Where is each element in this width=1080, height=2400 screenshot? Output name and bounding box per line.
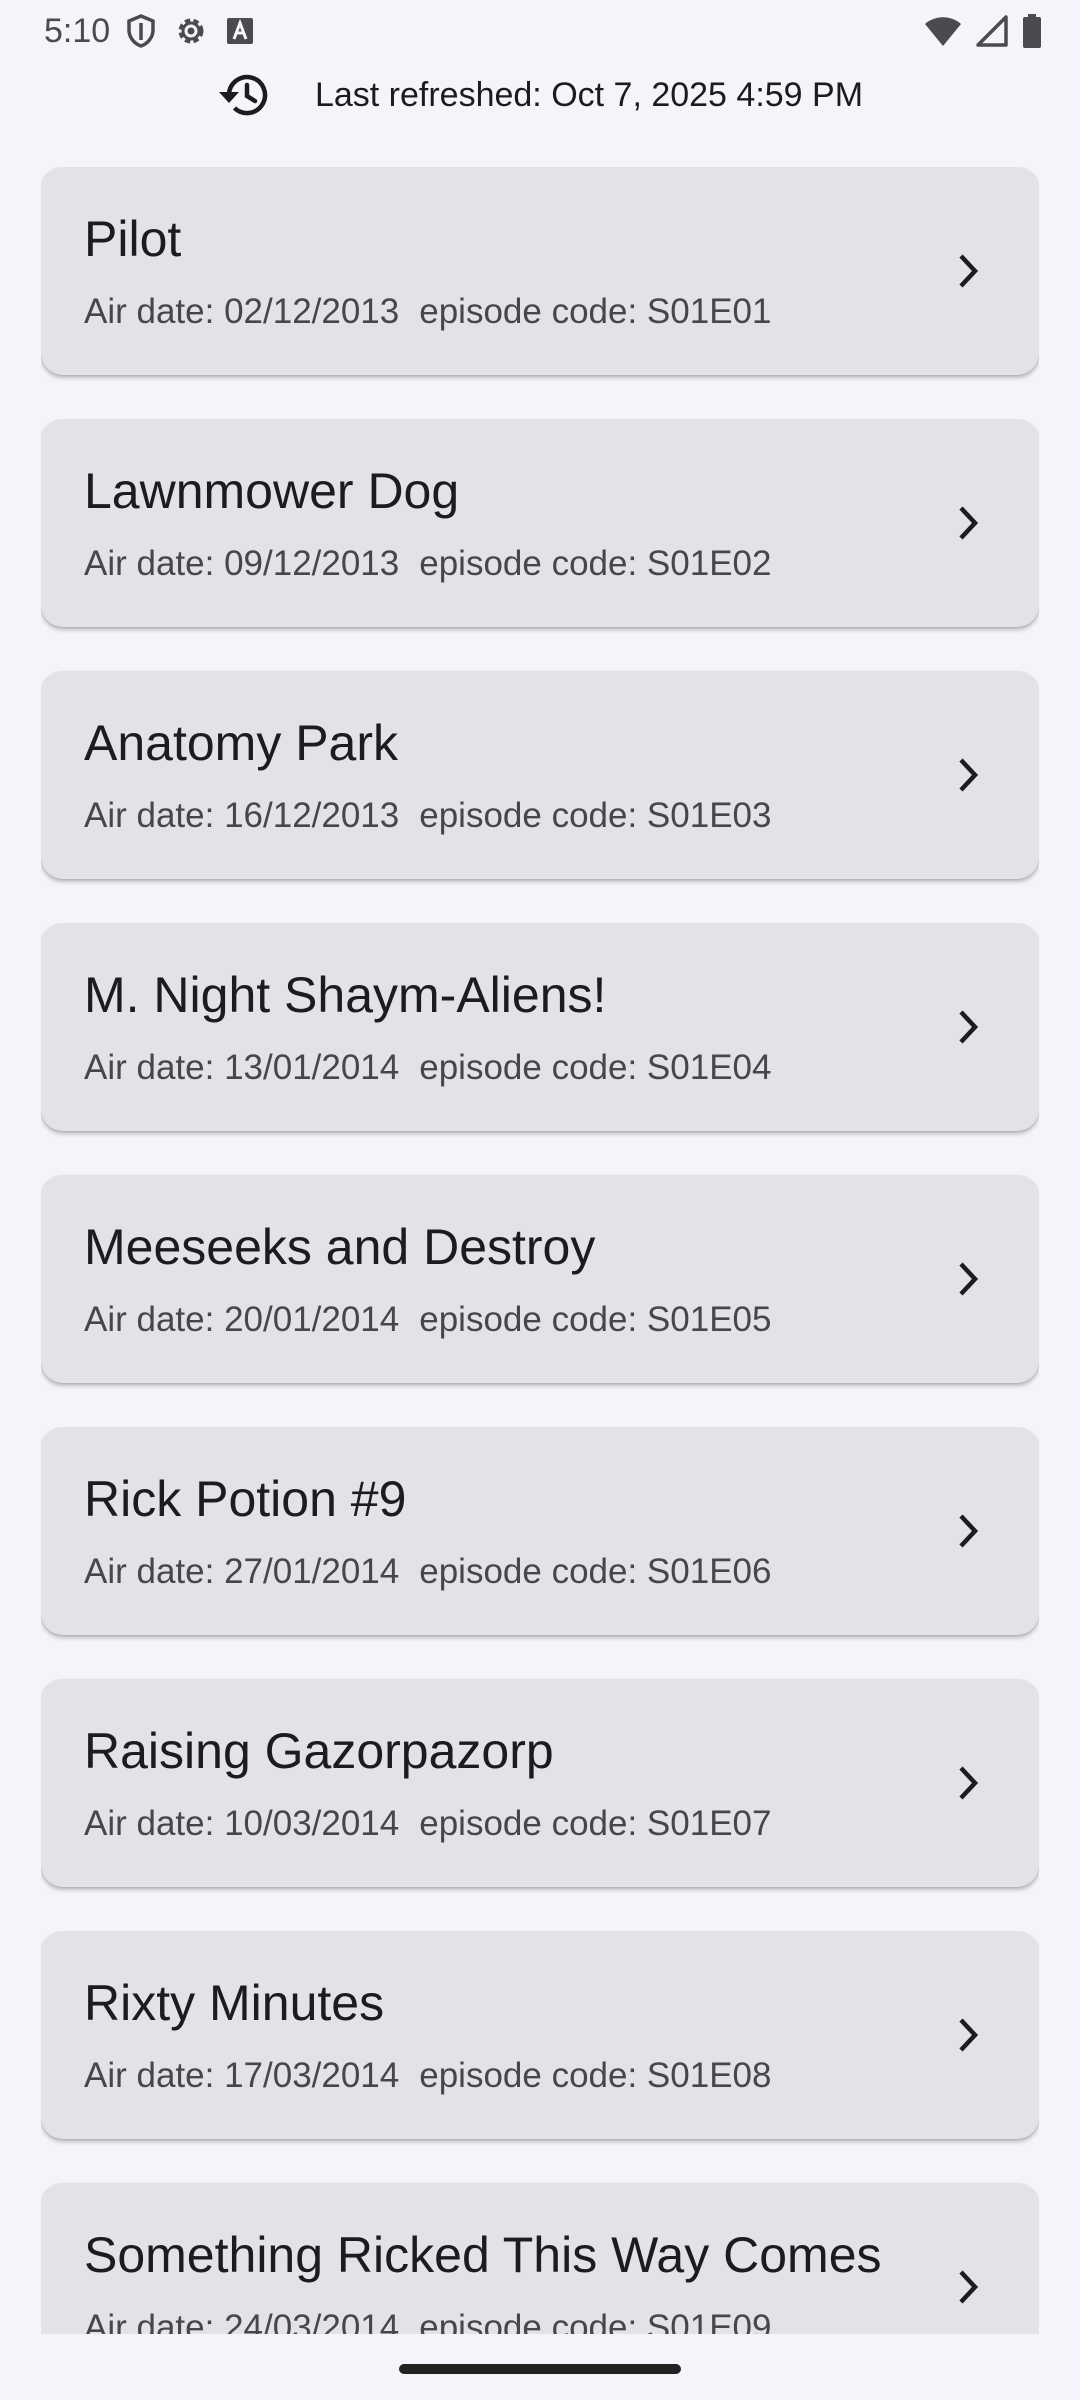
episode-code: episode code: S01E05 [419, 1300, 772, 1339]
episode-code: episode code: S01E08 [419, 2056, 772, 2095]
episode-air-date: Air date: 20/01/2014 [84, 1300, 400, 1339]
status-time: 5:10 [44, 11, 111, 50]
episode-title: M. Night Shaym-Aliens! [84, 967, 607, 1023]
shield-icon [126, 14, 156, 48]
episode-title: Anatomy Park [84, 715, 399, 771]
chevron-right-icon [941, 2259, 997, 2315]
episode-meta: Air date: 02/12/2013 episode code: S01E01 [84, 291, 771, 333]
episode-air-date: Air date: 27/01/2014 [84, 1552, 400, 1591]
history-icon[interactable] [217, 70, 271, 120]
episode-card[interactable]: Raising Gazorpazorp Air date: 10/03/2014… [41, 1679, 1039, 1887]
episode-card[interactable]: Meeseeks and Destroy Air date: 20/01/201… [41, 1175, 1039, 1383]
episode-title: Lawnmower Dog [84, 463, 460, 519]
episode-code: episode code: S01E02 [419, 544, 772, 583]
episode-air-date: Air date: 09/12/2013 [84, 544, 400, 583]
episode-card[interactable]: Pilot Air date: 02/12/2013 episode code: … [41, 167, 1039, 375]
chevron-right-icon [941, 2007, 997, 2063]
episode-title: Pilot [84, 211, 182, 267]
episode-title: Rick Potion #9 [84, 1471, 407, 1527]
episode-meta: Air date: 10/03/2014 episode code: S01E07 [84, 1803, 771, 1845]
battery-icon [1022, 14, 1042, 48]
episode-card[interactable]: Lawnmower Dog Air date: 09/12/2013 episod… [41, 419, 1039, 627]
episode-code: episode code: S01E04 [419, 1048, 772, 1087]
episode-title: Meeseeks and Destroy [84, 1219, 596, 1275]
wifi-icon [924, 15, 962, 47]
episode-card[interactable]: Anatomy Park Air date: 16/12/2013 episode… [41, 671, 1039, 879]
gesture-navigation-bar[interactable] [399, 2364, 681, 2374]
episode-code: episode code: S01E07 [419, 1804, 772, 1843]
chevron-right-icon [941, 1503, 997, 1559]
chevron-right-icon [941, 495, 997, 551]
episode-title: Rixty Minutes [84, 1975, 385, 2031]
episode-meta: Air date: 20/01/2014 episode code: S01E05 [84, 1299, 771, 1341]
chevron-right-icon [941, 1251, 997, 1307]
episode-meta: Air date: 16/12/2013 episode code: S01E03 [84, 795, 771, 837]
gear-icon [174, 14, 208, 48]
episode-code: episode code: S01E06 [419, 1552, 772, 1591]
episode-air-date: Air date: 13/01/2014 [84, 1048, 400, 1087]
episode-meta: Air date: 27/01/2014 episode code: S01E06 [84, 1551, 771, 1593]
episode-meta: Air date: 24/03/2014 episode code: S01E09 [84, 2307, 771, 2334]
episode-list[interactable]: Pilot Air date: 02/12/2013 episode code: … [41, 167, 1039, 2334]
episode-meta: Air date: 17/03/2014 episode code: S01E08 [84, 2055, 771, 2097]
episode-code: episode code: S01E09 [419, 2308, 772, 2334]
episode-code: episode code: S01E03 [419, 796, 772, 835]
chevron-right-icon [941, 1755, 997, 1811]
episode-air-date: Air date: 16/12/2013 [84, 796, 400, 835]
status-bar-left: 5:10 [44, 12, 272, 51]
episode-meta: Air date: 13/01/2014 episode code: S01E04 [84, 1047, 771, 1089]
text-a-icon [226, 17, 254, 45]
chevron-right-icon [941, 243, 997, 299]
episode-air-date: Air date: 17/03/2014 [84, 2056, 400, 2095]
episode-title: Something Ricked This Way Comes [84, 2227, 882, 2283]
episode-card[interactable]: M. Night Shaym-Aliens! Air date: 13/01/2… [41, 923, 1039, 1131]
episode-meta: Air date: 09/12/2013 episode code: S01E02 [84, 543, 771, 585]
episode-air-date: Air date: 24/03/2014 [84, 2308, 400, 2334]
chevron-right-icon [941, 999, 997, 1055]
episode-title: Raising Gazorpazorp [84, 1723, 554, 1779]
chevron-right-icon [941, 747, 997, 803]
episode-air-date: Air date: 02/12/2013 [84, 292, 400, 331]
episode-air-date: Air date: 10/03/2014 [84, 1804, 400, 1843]
status-bar-right [910, 14, 1042, 48]
last-refreshed-text: Last refreshed: Oct 7, 2025 4:59 PM [314, 75, 864, 114]
episode-card[interactable]: Rixty Minutes Air date: 17/03/2014 episod… [41, 1931, 1039, 2139]
last-refreshed-header: Last refreshed: Oct 7, 2025 4:59 PM [0, 62, 1080, 128]
episode-card[interactable]: Rick Potion #9 Air date: 27/01/2014 episo… [41, 1427, 1039, 1635]
status-bar: 5:10 [0, 0, 1080, 62]
episode-card[interactable]: Something Ricked This Way Comes Air date… [41, 2183, 1039, 2334]
signal-icon [976, 15, 1008, 47]
episode-code: episode code: S01E01 [419, 292, 772, 331]
